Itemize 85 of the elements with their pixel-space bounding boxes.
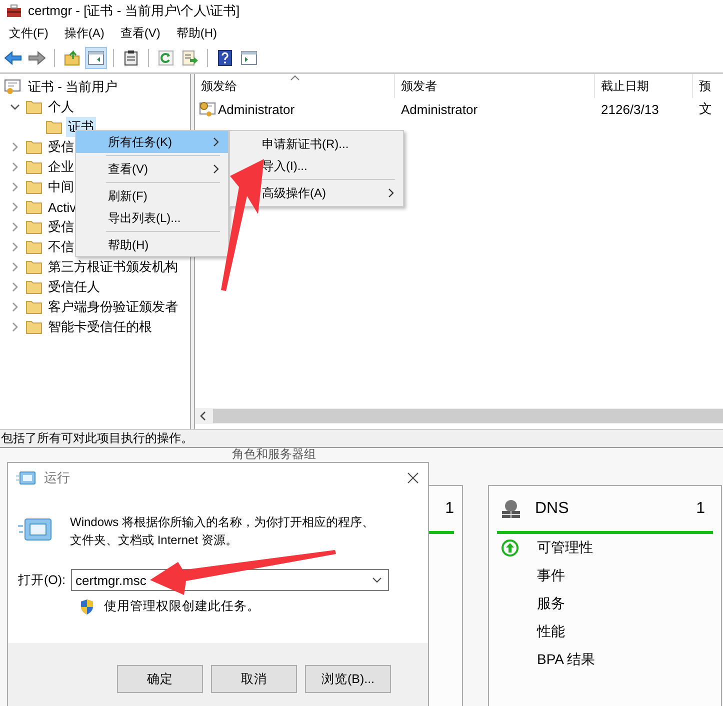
- menu-item[interactable]: 帮助(H): [168, 24, 225, 42]
- folder-icon: [26, 220, 42, 234]
- folder-icon: [26, 280, 42, 294]
- menu-item[interactable]: 导出列表(L)...: [76, 207, 228, 229]
- folder-icon: [26, 320, 42, 334]
- chevron-right-icon[interactable]: [10, 322, 20, 332]
- scrollbar[interactable]: [195, 408, 723, 424]
- admin-note: 使用管理权限创建此任务。: [104, 598, 260, 615]
- tile-link[interactable]: 服务: [537, 595, 565, 613]
- menu-item[interactable]: 申请新证书(R)...: [230, 133, 403, 155]
- server-icon: [501, 498, 521, 518]
- tile-count: 1: [445, 500, 455, 518]
- column-header[interactable]: 颁发给: [195, 74, 395, 98]
- dialog-button[interactable]: 取消: [211, 665, 297, 693]
- column-header[interactable]: 颁发者: [395, 74, 595, 98]
- chevron-right-icon[interactable]: [10, 302, 20, 312]
- chevron-right-icon[interactable]: [10, 142, 20, 152]
- tile-link[interactable]: BPA 结果: [537, 651, 596, 669]
- folder-icon: [26, 160, 42, 174]
- run-icon: [16, 471, 36, 485]
- tree-item[interactable]: 证书 - 当前用户: [26, 77, 120, 97]
- dropdown-icon[interactable]: [372, 577, 382, 583]
- menu-item[interactable]: 查看(V): [112, 24, 168, 42]
- folder-icon: [26, 200, 42, 214]
- chevron-right-icon[interactable]: [10, 202, 20, 212]
- tile-title: DNS: [535, 500, 569, 518]
- table-cell: 文: [699, 100, 712, 118]
- chevron-right-icon[interactable]: [10, 182, 20, 192]
- tree-item[interactable]: 个人: [46, 97, 76, 117]
- status-text: 包括了所有可对此项目执行的操作。: [1, 430, 193, 447]
- window-title: certmgr - [证书 - 当前用户\个人\证书]: [28, 2, 240, 20]
- chevron-right-icon[interactable]: [10, 162, 20, 172]
- section-heading: 角色和服务器组: [231, 448, 317, 460]
- menu-item[interactable]: 所有任务(K): [76, 131, 228, 153]
- tree-item[interactable]: 受信: [46, 137, 76, 157]
- chevron-right-icon[interactable]: [10, 222, 20, 232]
- folder-icon: [26, 140, 42, 154]
- tree-item[interactable]: 客户端身份验证颁发者: [46, 297, 180, 317]
- tree-item[interactable]: Activ: [46, 198, 78, 216]
- folder-icon: [26, 300, 42, 314]
- column-header[interactable]: 截止日期: [595, 74, 693, 98]
- menu-item[interactable]: 查看(V): [76, 158, 228, 180]
- close-icon[interactable]: [407, 472, 419, 484]
- menu-item[interactable]: 刷新(F): [76, 185, 228, 207]
- tree-item[interactable]: 受信: [46, 217, 76, 237]
- certificate-icon: [4, 79, 22, 95]
- menu-item[interactable]: 帮助(H): [76, 234, 228, 256]
- dialog-title: 运行: [44, 469, 70, 487]
- menu-item[interactable]: 文件(F): [1, 24, 56, 42]
- tile-link[interactable]: 可管理性: [537, 539, 593, 557]
- tree-item[interactable]: 智能卡受信任的根: [46, 317, 154, 337]
- chevron-right-icon[interactable]: [10, 242, 20, 252]
- menu-item[interactable]: 导入(I)...: [230, 155, 403, 177]
- toolbox-icon: [6, 4, 22, 18]
- folder-icon: [46, 120, 62, 134]
- role-tile[interactable]: DNS 1 可管理性 事件 服务 性能 BPA 结果: [488, 485, 722, 706]
- tree-item[interactable]: 中间: [46, 177, 76, 197]
- chevron-down-icon[interactable]: [10, 102, 20, 112]
- column-header[interactable]: 预: [693, 74, 723, 98]
- dialog-button[interactable]: 确定: [117, 665, 203, 693]
- field-label: 打开(O):: [18, 572, 66, 588]
- shield-icon: [80, 598, 94, 614]
- folder-icon: [26, 180, 42, 194]
- menu-item[interactable]: 高级操作(A): [230, 182, 403, 204]
- dialog-button[interactable]: 浏览(B)...: [305, 665, 391, 693]
- folder-icon: [26, 100, 42, 114]
- tree-item[interactable]: 受信任人: [46, 277, 102, 297]
- folder-icon: [26, 260, 42, 274]
- table-cell: Administrator: [401, 102, 478, 116]
- chevron-right-icon[interactable]: [10, 282, 20, 292]
- menu-item[interactable]: 操作(A): [56, 24, 112, 42]
- chevron-right-icon[interactable]: [10, 262, 20, 272]
- table-cell: Administrator: [218, 102, 295, 116]
- tree-item[interactable]: 不信: [46, 237, 76, 257]
- certificate-icon: [199, 101, 217, 117]
- tree-item[interactable]: 企业: [46, 157, 76, 177]
- scroll-left-icon[interactable]: [199, 411, 207, 421]
- tile-link[interactable]: 事件: [537, 567, 565, 585]
- dialog-description: Windows 将根据你所输入的名称，为你打开相应的程序、文件夹、文档或 Internet 资源。: [70, 514, 376, 549]
- run-icon: [18, 518, 52, 542]
- tile-count: 1: [696, 500, 706, 518]
- tree-item[interactable]: 第三方根证书颁发机构: [46, 257, 180, 277]
- tile-link[interactable]: 性能: [537, 623, 565, 641]
- folder-icon: [26, 240, 42, 254]
- table-cell: 2126/3/13: [601, 102, 659, 116]
